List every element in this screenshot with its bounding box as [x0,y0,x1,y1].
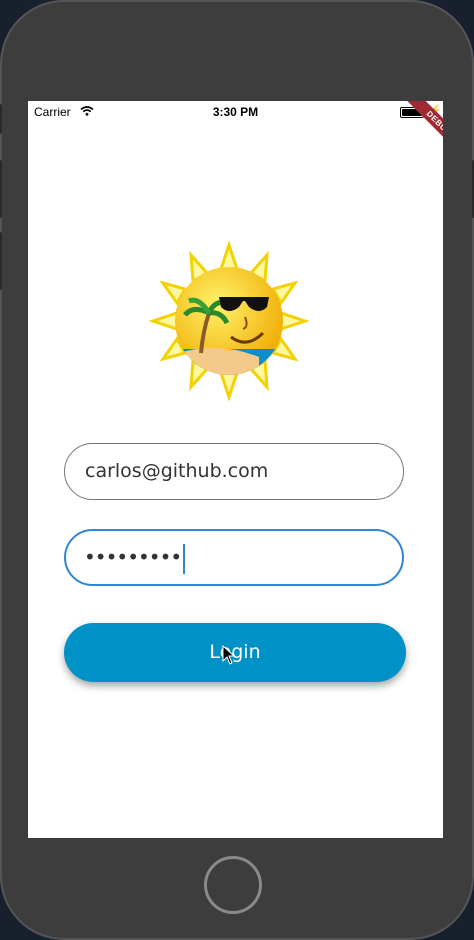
text-cursor [183,543,186,574]
app-screen: Carrier 3:30 PM ⚡ DEBUG [28,101,443,838]
status-time: 3:30 PM [212,105,259,119]
home-button[interactable] [204,856,262,914]
password-dots: ••••••••• [84,545,182,569]
email-field[interactable]: carlos@github.com [64,443,404,500]
volume-down-button [0,232,2,290]
mute-switch [0,104,2,134]
status-bar: Carrier 3:30 PM ⚡ [28,101,443,123]
phone-frame: Carrier 3:30 PM ⚡ DEBUG [0,0,474,940]
sun-logo-icon [148,240,310,402]
mouse-pointer-icon [222,644,236,670]
password-field[interactable]: ••••••••• [64,529,404,586]
volume-up-button [0,160,2,218]
